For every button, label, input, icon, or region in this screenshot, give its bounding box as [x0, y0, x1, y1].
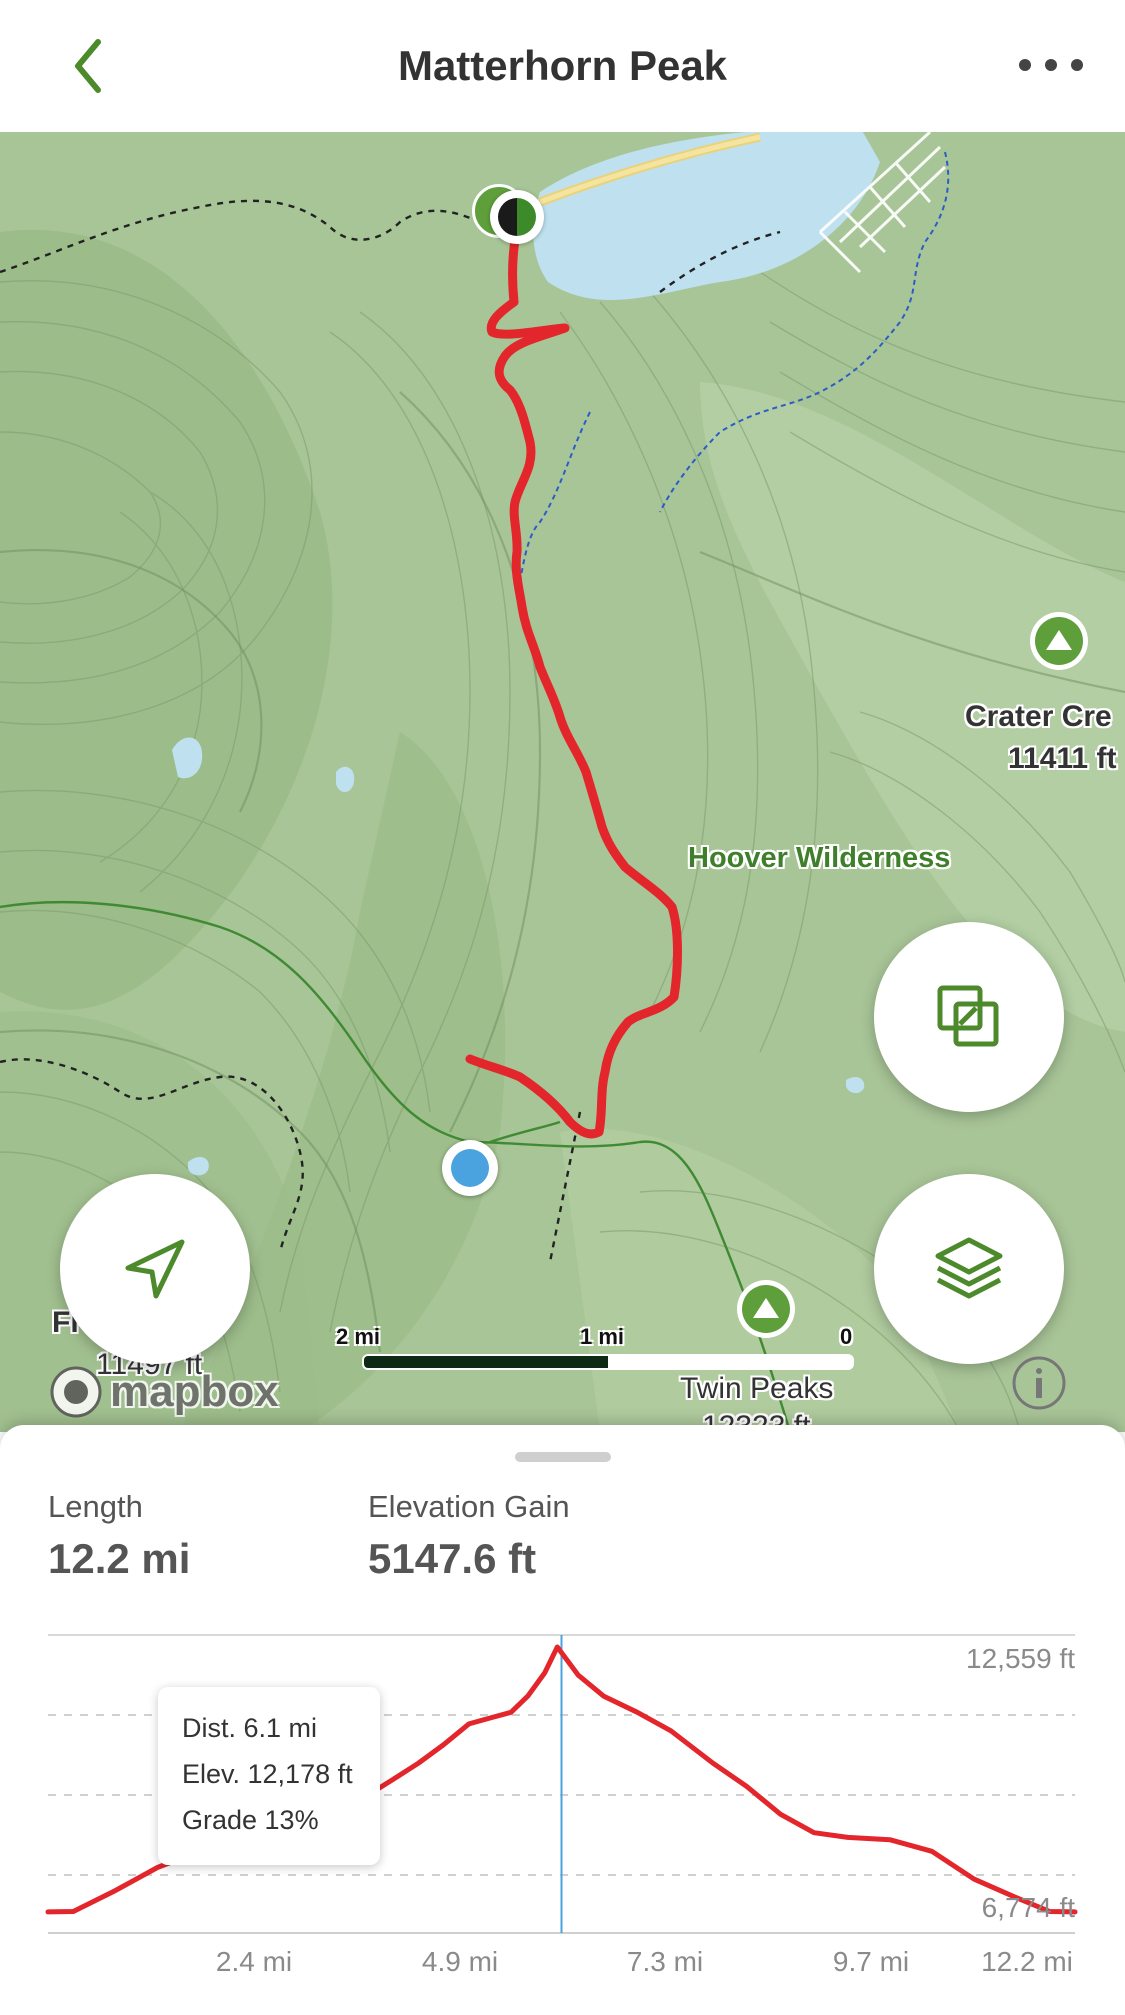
map-layers-button[interactable] — [874, 1174, 1064, 1364]
trail-details-sheet[interactable]: Length 12.2 mi Elevation Gain 5147.6 ft … — [0, 1425, 1125, 2015]
more-horizontal-icon — [1019, 59, 1083, 71]
map-label-hoover-wilderness: Hoover Wilderness — [688, 842, 951, 874]
tooltip-distance: Dist. 6.1 mi — [182, 1713, 318, 1743]
map-label-crater-elev: 11411 ft — [1008, 742, 1117, 775]
start-finish-icon — [498, 198, 536, 236]
map-label-crater-name: Crater Cre — [965, 700, 1112, 733]
tooltip-grade: Grade 13% — [182, 1805, 319, 1835]
more-options-button[interactable] — [1011, 40, 1091, 90]
current-location-dot — [442, 1140, 498, 1196]
scale-label-1mi: 1 mi — [580, 1324, 625, 1349]
route-start-end-marker[interactable] — [490, 190, 544, 244]
elevation-tooltip: Dist. 6.1 mi Elev. 12,178 ft Grade 13% — [158, 1687, 380, 1865]
locate-me-button[interactable] — [60, 1174, 250, 1364]
mountain-icon — [742, 1285, 790, 1333]
map-info-button[interactable] — [1010, 1354, 1068, 1412]
mapbox-wordmark: mapbox — [110, 1367, 279, 1416]
mountain-icon — [1035, 617, 1083, 665]
scale-label-2mi: 2 mi — [336, 1324, 381, 1349]
chart-x-tick-label: 4.9 mi — [422, 1946, 498, 1977]
app-header: Matterhorn Peak — [0, 0, 1125, 132]
layers-icon — [935, 1237, 1003, 1299]
mapbox-icon — [50, 1366, 102, 1418]
trail-map[interactable]: Hoover Wilderness Crater Cre 11411 ft Tw… — [0, 132, 1125, 1432]
scale-label-0: 0 — [840, 1324, 853, 1349]
peak-marker-crater[interactable] — [1030, 612, 1088, 670]
map-label-twin-name: Twin Peaks — [680, 1372, 834, 1405]
layers-compare-button[interactable] — [874, 922, 1064, 1112]
page-title: Matterhorn Peak — [397, 42, 728, 89]
mapbox-logo: mapbox — [48, 1362, 279, 1422]
chart-x-tick-label: 7.3 mi — [627, 1946, 703, 1977]
chart-y-max-label: 12,559 ft — [966, 1643, 1075, 1674]
scale-bar — [362, 1354, 854, 1370]
info-icon — [1012, 1356, 1066, 1410]
chart-x-tick-label: 2.4 mi — [216, 1946, 292, 1977]
chart-y-min-label: 6,774 ft — [982, 1892, 1076, 1923]
peak-marker-twin[interactable] — [737, 1280, 795, 1338]
map-download-icon — [937, 985, 999, 1047]
chart-x-tick-label: 9.7 mi — [833, 1946, 909, 1977]
navigation-arrow-icon — [125, 1239, 185, 1299]
tooltip-elevation: Elev. 12,178 ft — [182, 1759, 353, 1789]
chart-x-tick-label: 12.2 mi — [981, 1946, 1073, 1977]
